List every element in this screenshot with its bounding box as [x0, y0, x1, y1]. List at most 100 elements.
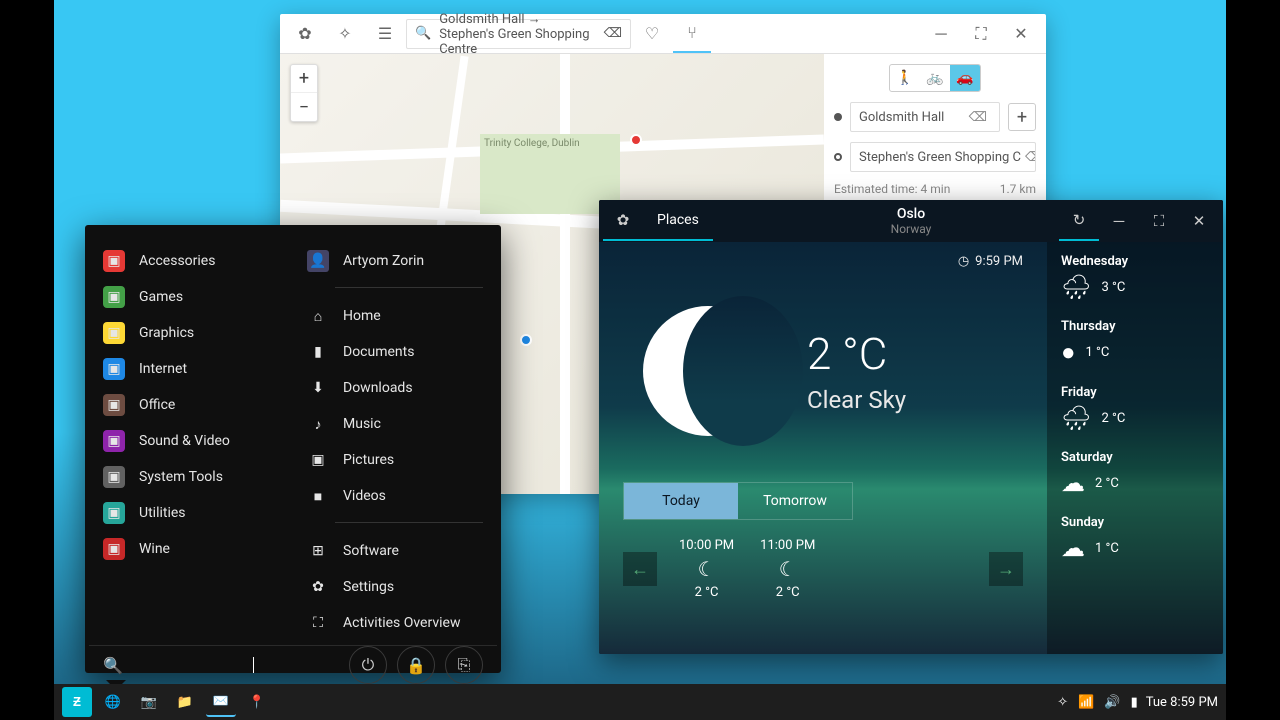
route-end-marker — [630, 134, 642, 146]
category-games[interactable]: ▣Games — [103, 279, 279, 315]
clear-origin-icon[interactable]: ⌫ — [965, 110, 991, 125]
clear-search-icon[interactable]: ⌫ — [604, 26, 622, 41]
settings-icon[interactable]: ✿ — [286, 15, 324, 53]
category-icon: ▣ — [103, 430, 125, 452]
wifi-icon[interactable]: 📶 — [1078, 695, 1094, 710]
place-music[interactable]: ♪Music — [307, 406, 483, 442]
weather-titlebar: ✿ Places Oslo Norway ↻ ─ ⛶ ✕ — [599, 200, 1223, 242]
refresh-icon[interactable]: ↻ — [1059, 201, 1099, 241]
volume-icon[interactable]: 🔊 — [1104, 695, 1120, 710]
layers-icon[interactable]: ☰ — [366, 15, 404, 53]
maps-titlebar: ✿ ✧ ☰ 🔍 Goldsmith Hall → Stephen's Green… — [280, 14, 1046, 54]
zoom-in-button[interactable]: + — [291, 65, 317, 93]
place-pictures[interactable]: ▣Pictures — [307, 442, 483, 478]
hourly-weather-icon: ☾ — [760, 557, 815, 581]
activities-overview-icon: ⛶ — [307, 612, 329, 634]
current-temp: 2 °C — [807, 328, 906, 380]
search-icon: 🔍 — [103, 656, 123, 675]
mode-walk-icon[interactable]: 🚶 — [890, 65, 920, 91]
category-utilities[interactable]: ▣Utilities — [103, 495, 279, 531]
estimated-distance: 1.7 km — [1000, 182, 1036, 196]
moon-icon — [643, 306, 773, 436]
place-home[interactable]: ⌂Home — [307, 298, 483, 334]
forecast-weather-icon: 🌧 — [1061, 273, 1091, 301]
current-desc: Clear Sky — [807, 386, 906, 414]
origin-dot-icon — [834, 113, 842, 121]
category-office[interactable]: ▣Office — [103, 387, 279, 423]
weather-city: Oslo — [891, 206, 932, 222]
weather-close-button[interactable]: ✕ — [1179, 201, 1219, 241]
category-accessories[interactable]: ▣Accessories — [103, 243, 279, 279]
zoom-control: + − — [290, 64, 318, 122]
hourly-item: 11:00 PM☾2 °C — [760, 538, 815, 600]
hourly-next-button[interactable]: → — [989, 552, 1023, 586]
documents-icon: ▮ — [307, 341, 329, 363]
weather-country: Norway — [891, 222, 932, 236]
category-internet[interactable]: ▣Internet — [103, 351, 279, 387]
category-sound-video[interactable]: ▣Sound & Video — [103, 423, 279, 459]
category-icon: ▣ — [103, 358, 125, 380]
weather-maximize-button[interactable]: ⛶ — [1139, 201, 1179, 241]
forecast-weather-icon: ☁ — [1061, 534, 1085, 562]
clear-dest-icon[interactable]: ⌫ — [1021, 150, 1036, 165]
origin-field[interactable]: Goldsmith Hall⌫ — [850, 102, 1000, 132]
taskbar-mail-icon[interactable]: ✉️ — [206, 687, 236, 717]
start-search[interactable]: 🔍 — [103, 656, 349, 675]
place-downloads[interactable]: ⬇Downloads — [307, 370, 483, 406]
start-button[interactable]: Ƶ — [62, 687, 92, 717]
logout-button[interactable]: ⎘ — [445, 646, 483, 684]
user-avatar-icon: 👤 — [307, 250, 329, 272]
maximize-button[interactable]: ⛶ — [962, 15, 1000, 53]
category-icon: ▣ — [103, 394, 125, 416]
maps-search-value: Goldsmith Hall → Stephen's Green Shoppin… — [439, 11, 595, 57]
lock-button[interactable]: 🔒 — [397, 646, 435, 684]
minimize-button[interactable]: ─ — [922, 15, 960, 53]
tab-today[interactable]: Today — [624, 483, 738, 519]
search-icon: 🔍 — [415, 26, 431, 41]
battery-icon[interactable]: ▮ — [1131, 695, 1138, 710]
forecast-day: Sunday☁1 °C — [1061, 515, 1209, 562]
locate-icon[interactable]: ✧ — [326, 15, 364, 53]
taskbar-files-icon[interactable]: 📁 — [170, 687, 200, 717]
mode-bike-icon[interactable]: 🚲 — [920, 65, 950, 91]
category-icon: ▣ — [103, 286, 125, 308]
destination-field[interactable]: Stephen's Green Shopping C⌫ — [850, 142, 1036, 172]
category-wine[interactable]: ▣Wine — [103, 531, 279, 567]
user-item[interactable]: 👤 Artyom Zorin — [307, 243, 483, 279]
weather-time: ◷9:59 PM — [958, 254, 1023, 269]
close-button[interactable]: ✕ — [1002, 15, 1040, 53]
place-documents[interactable]: ▮Documents — [307, 334, 483, 370]
hourly-prev-button[interactable]: ← — [623, 552, 657, 586]
taskbar-chrome-icon[interactable]: 🌐 — [98, 687, 128, 717]
home-icon: ⌂ — [307, 305, 329, 327]
travel-mode: 🚶 🚲 🚗 — [889, 64, 981, 92]
route-icon[interactable]: ⑂ — [673, 15, 711, 53]
category-icon: ▣ — [103, 502, 125, 524]
add-stop-button[interactable]: + — [1008, 103, 1036, 131]
category-system-tools[interactable]: ▣System Tools — [103, 459, 279, 495]
category-graphics[interactable]: ▣Graphics — [103, 315, 279, 351]
favorite-icon[interactable]: ♡ — [633, 15, 671, 53]
mode-car-icon[interactable]: 🚗 — [950, 65, 980, 91]
zoom-out-button[interactable]: − — [291, 93, 317, 121]
user-name: Artyom Zorin — [343, 253, 424, 269]
videos-icon: ■ — [307, 485, 329, 507]
system-settings[interactable]: ✿Settings — [307, 569, 483, 605]
forecast-weather-icon: 🌧 — [1061, 404, 1091, 432]
system-activities-overview[interactable]: ⛶Activities Overview — [307, 605, 483, 641]
start-search-input[interactable] — [131, 657, 251, 673]
taskbar-maps-icon[interactable]: 📍 — [242, 687, 272, 717]
downloads-icon: ⬇ — [307, 377, 329, 399]
places-tab[interactable]: Places — [643, 201, 713, 241]
maps-search-field[interactable]: 🔍 Goldsmith Hall → Stephen's Green Shopp… — [406, 19, 631, 49]
bluetooth-icon[interactable]: ✧ — [1057, 695, 1068, 710]
weather-settings-icon[interactable]: ✿ — [603, 201, 643, 241]
place-videos[interactable]: ■Videos — [307, 478, 483, 514]
category-icon: ▣ — [103, 322, 125, 344]
taskbar-camera-icon[interactable]: 📷 — [134, 687, 164, 717]
weather-minimize-button[interactable]: ─ — [1099, 201, 1139, 241]
system-software[interactable]: ⊞Software — [307, 533, 483, 569]
taskbar-clock[interactable]: Tue 8:59 PM — [1146, 695, 1218, 710]
power-button[interactable]: ⏻ — [349, 646, 387, 684]
tab-tomorrow[interactable]: Tomorrow — [738, 483, 852, 519]
